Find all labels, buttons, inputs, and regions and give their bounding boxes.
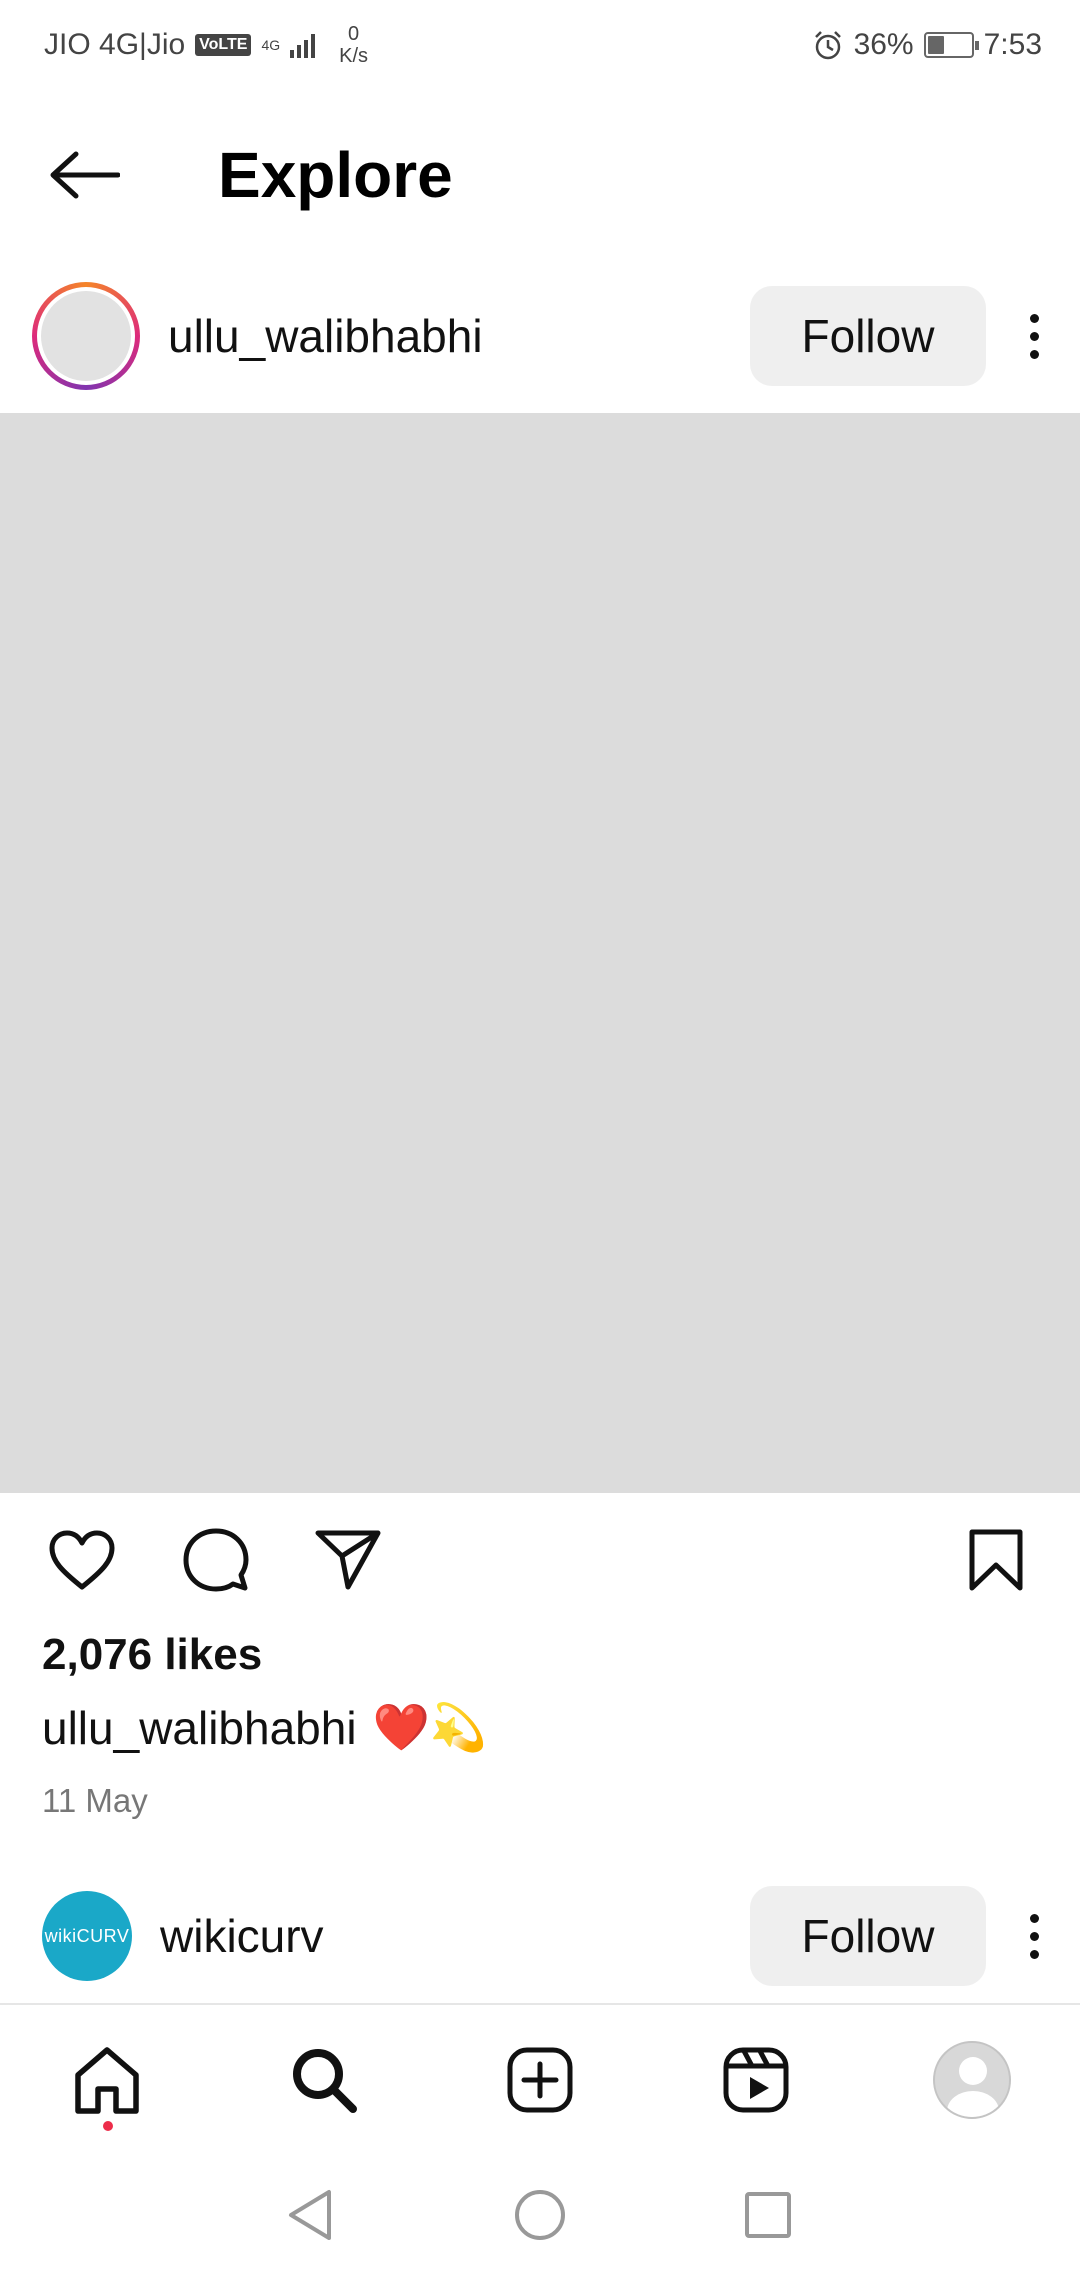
carrier-text: JIO 4G|Jio [44, 28, 186, 61]
system-recents-button[interactable] [736, 2183, 800, 2247]
like-button[interactable] [46, 1524, 118, 1596]
system-nav [0, 2153, 1080, 2280]
network-type: 4G [261, 36, 281, 53]
next-post-username[interactable]: wikicurv [160, 1909, 750, 1963]
post-image[interactable] [0, 413, 1080, 1493]
post-actions [0, 1510, 1080, 1610]
comment-bubble-icon [183, 1528, 249, 1592]
likes-count[interactable]: 2,076 likes [42, 1630, 262, 1680]
more-vertical-icon[interactable] [994, 286, 1074, 386]
alarm-icon [814, 31, 841, 60]
square-recents-icon [745, 2192, 791, 2238]
clock: 7:53 [983, 28, 1042, 61]
avatar-image [41, 291, 131, 381]
add-post-icon [507, 2047, 573, 2113]
explore-header: Explore [0, 110, 1080, 240]
bookmark-icon [969, 1529, 1023, 1591]
caption-username[interactable]: ullu_walibhabhi [42, 1701, 357, 1755]
battery-icon [923, 32, 979, 58]
save-button[interactable] [960, 1524, 1032, 1596]
follow-button[interactable]: Follow [750, 286, 986, 386]
volte-badge: VoLTE [195, 34, 252, 56]
nav-home[interactable] [62, 2035, 152, 2131]
status-right: 36% 7:53 [812, 28, 1042, 62]
post-date: 11 May [42, 1782, 148, 1819]
next-post-header: wikiCURV wikicurv Follow [0, 1876, 1080, 1996]
triangle-back-icon [289, 2190, 331, 2240]
battery-fill [927, 36, 945, 54]
notification-dot [103, 2121, 113, 2131]
status-bar: JIO 4G|Jio VoLTE 4G 0 K/s 36% 7:53 [0, 0, 1080, 90]
story-avatar[interactable] [32, 282, 140, 390]
back-button[interactable] [24, 130, 144, 220]
signal-icon [290, 32, 316, 58]
speed-value: 0 [348, 23, 360, 45]
nav-search[interactable] [279, 2035, 369, 2125]
network-speed: 0 K/s [339, 23, 368, 67]
post-header: ullu_walibhabhi Follow [0, 276, 1080, 396]
nav-reels[interactable] [711, 2035, 801, 2125]
status-left: JIO 4G|Jio VoLTE 4G 0 K/s [44, 23, 368, 67]
arrow-left-icon [50, 151, 120, 199]
post-username[interactable]: ullu_walibhabhi [168, 309, 750, 363]
profile-avatar [933, 2041, 1011, 2119]
system-home-button[interactable] [508, 2183, 572, 2247]
caption: ullu_walibhabhi ❤️💫 [42, 1700, 487, 1755]
reels-icon [723, 2047, 789, 2113]
next-follow-button[interactable]: Follow [750, 1886, 986, 1986]
search-icon [293, 2049, 357, 2113]
battery-percent: 36% [853, 28, 914, 61]
speed-unit: K/s [339, 45, 369, 67]
next-post-avatar[interactable]: wikiCURV [42, 1891, 132, 1981]
caption-emoji: ❤️💫 [372, 1701, 488, 1753]
more-vertical-icon[interactable] [994, 1886, 1074, 1986]
paper-plane-icon [315, 1530, 381, 1590]
circle-home-icon [515, 2190, 565, 2240]
page-title: Explore [218, 139, 453, 211]
comment-button[interactable] [180, 1524, 252, 1596]
share-button[interactable] [312, 1524, 384, 1596]
home-icon [75, 2047, 139, 2114]
nav-profile[interactable] [927, 2035, 1017, 2125]
heart-icon [49, 1530, 115, 1590]
bottom-nav [0, 2003, 1080, 2153]
system-back-button[interactable] [278, 2183, 342, 2247]
nav-create[interactable] [495, 2035, 585, 2125]
